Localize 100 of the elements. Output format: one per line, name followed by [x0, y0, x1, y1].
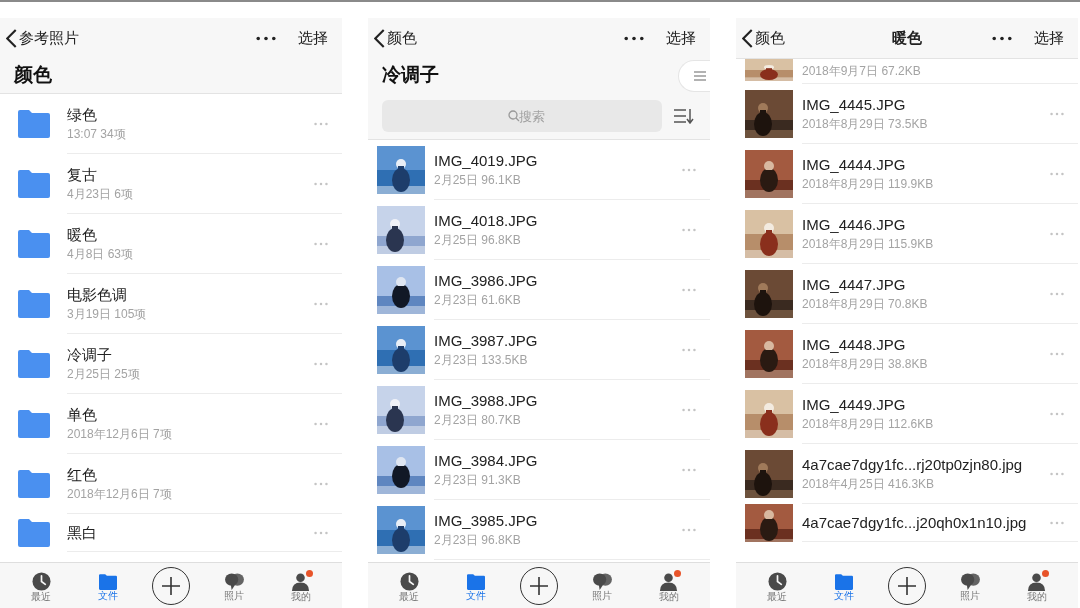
item-name: 单色 — [67, 404, 98, 425]
list-row[interactable]: IMG_4448.JPG 2018年8月29日 38.8KB — [736, 324, 1078, 384]
item-details: 4月8日 63项 — [67, 245, 135, 263]
item-name: IMG_4445.JPG — [802, 94, 907, 115]
item-details: 4月23日 6项 — [67, 185, 135, 203]
person-icon — [291, 572, 311, 591]
list-row[interactable]: IMG_4018.JPG 2月25日 96.8KB — [368, 200, 710, 260]
list-row[interactable]: 4a7cae7dgy1fc...j20qh0x1n10.jpg — [736, 504, 1078, 542]
tab-item[interactable]: 照片 — [212, 569, 257, 602]
list-row[interactable]: IMG_3987.JPG 2月23日 133.5KB — [368, 320, 710, 380]
item-name: IMG_3984.JPG — [434, 450, 539, 471]
item-details: 2018年12月6日 7项 — [67, 425, 173, 443]
item-name: 4a7cae7dgy1fc...j20qh0x1n10.jpg — [802, 512, 1028, 533]
list-row[interactable]: IMG_4447.JPG 2018年8月29日 70.8KB — [736, 264, 1078, 324]
item-name: IMG_3985.JPG — [434, 510, 539, 531]
nav-title: 暖色 — [892, 27, 922, 48]
tab-item[interactable]: 我的 — [278, 568, 323, 603]
clock-icon — [399, 572, 419, 591]
list-row[interactable]: IMG_4019.JPG 2月25日 96.1KB — [368, 140, 710, 200]
list-row[interactable]: 复古 4月23日 6项 — [0, 154, 342, 214]
tab-item[interactable]: 我的 — [1014, 568, 1059, 603]
list-row[interactable]: IMG_3988.JPG 2月23日 80.7KB — [368, 380, 710, 440]
search-icon — [508, 110, 520, 122]
list-row[interactable]: IMG_4444.JPG 2018年8月29日 119.9KB — [736, 144, 1078, 204]
tab-label: 文件 — [833, 589, 854, 602]
item-details: 2018年8月29日 112.6KB — [802, 415, 935, 433]
select-button[interactable]: 选择 — [1034, 26, 1064, 50]
chat-bubbles-icon — [223, 573, 245, 590]
chevron-left-icon — [6, 28, 17, 48]
item-details: 2月25日 96.1KB — [434, 171, 522, 189]
item-details: 3月19日 105项 — [67, 305, 148, 323]
tab-label: 最近 — [31, 591, 52, 603]
item-name: 复古 — [67, 164, 98, 185]
tab-label: 照片 — [224, 590, 245, 602]
tab-label: 文件 — [97, 589, 118, 602]
tab-item[interactable]: 最近 — [387, 568, 432, 603]
item-name: 暖色 — [67, 224, 98, 245]
tab-item[interactable]: 我的 — [646, 568, 691, 603]
folder-icon — [18, 290, 50, 318]
tab-item[interactable]: 照片 — [948, 569, 993, 602]
list-row[interactable]: 冷调子 2月25日 25项 — [0, 334, 342, 394]
folder-icon — [18, 350, 50, 378]
list-row[interactable]: 暖色 4月8日 63项 — [0, 214, 342, 274]
item-name: 冷调子 — [67, 344, 113, 365]
item-name: 红色 — [67, 464, 98, 485]
list-row[interactable]: 单色 2018年12月6日 7项 — [0, 394, 342, 454]
tab-label: 最近 — [399, 591, 420, 603]
search-field[interactable]: 搜索 — [382, 100, 662, 132]
sort-icon[interactable] — [674, 108, 694, 124]
more-icon[interactable] — [256, 35, 276, 41]
list-row[interactable]: 绿色 13:07 34项 — [0, 94, 342, 154]
item-details: 2月25日 25项 — [67, 365, 141, 383]
folder-icon — [98, 573, 117, 590]
tab-label: 照片 — [592, 590, 613, 602]
plus-icon — [528, 575, 549, 596]
item-name: IMG_4444.JPG — [802, 154, 907, 175]
list-icon — [694, 70, 706, 81]
more-icon[interactable] — [624, 35, 644, 41]
list-row[interactable]: 4a7cae7dgy1fc...rj20tp0zjn80.jpg 2018年4月25日 416.3KB — [736, 444, 1078, 504]
person-icon — [1027, 572, 1047, 591]
list-row[interactable]: IMG_4449.JPG 2018年8月29日 112.6KB — [736, 384, 1078, 444]
tab-item[interactable]: 文件 — [821, 569, 866, 602]
folder-icon — [18, 410, 50, 438]
back-button[interactable]: 颜色 — [742, 26, 785, 50]
tab-label: 我的 — [1026, 591, 1047, 603]
item-name: 4a7cae7dgy1fc...rj20tp0zjn80.jpg — [802, 454, 1024, 475]
tab-label: 最近 — [767, 591, 788, 603]
folder-icon — [18, 519, 50, 547]
item-details: 2018年9月7日 67.2KB — [802, 63, 922, 80]
list-row[interactable]: IMG_4446.JPG 2018年8月29日 115.9KB — [736, 204, 1078, 264]
list-row[interactable]: IMG_3984.JPG 2月23日 91.3KB — [368, 440, 710, 500]
tab-label: 我的 — [290, 591, 311, 603]
folder-icon — [18, 230, 50, 258]
tab-item[interactable]: 文件 — [85, 569, 130, 602]
list-row[interactable]: IMG_3985.JPG 2月23日 96.8KB — [368, 500, 710, 560]
item-details: 2月25日 96.8KB — [434, 231, 522, 249]
folder-icon — [466, 573, 485, 590]
tab-item[interactable]: 最近 — [19, 568, 64, 603]
select-button[interactable]: 选择 — [666, 26, 696, 50]
item-name: IMG_4448.JPG — [802, 334, 907, 355]
list-row[interactable]: IMG_4445.JPG 2018年8月29日 73.5KB — [736, 84, 1078, 144]
back-button[interactable]: 颜色 — [374, 26, 417, 50]
tab-item[interactable]: 文件 — [453, 569, 498, 602]
view-toggle-button[interactable] — [678, 59, 710, 92]
item-name: IMG_4019.JPG — [434, 150, 539, 171]
select-button[interactable]: 选择 — [298, 26, 328, 50]
tab-item[interactable]: 照片 — [580, 569, 625, 602]
list-row[interactable]: 红色 2018年12月6日 7项 — [0, 454, 342, 514]
list-row[interactable]: 黑白 — [0, 514, 342, 552]
more-icon[interactable] — [992, 35, 1012, 41]
list-row[interactable]: 电影色调 3月19日 105项 — [0, 274, 342, 334]
item-details: 2月23日 133.5KB — [434, 351, 529, 369]
back-button[interactable]: 参考照片 — [6, 26, 79, 50]
plus-icon — [896, 575, 917, 596]
item-details: 2018年12月6日 7项 — [67, 485, 173, 503]
item-name: 绿色 — [67, 104, 98, 125]
tab-label: 照片 — [960, 590, 981, 602]
tab-item[interactable]: 最近 — [755, 568, 800, 603]
item-details: 2018年8月29日 70.8KB — [802, 295, 929, 313]
list-row[interactable]: IMG_3986.JPG 2月23日 61.6KB — [368, 260, 710, 320]
